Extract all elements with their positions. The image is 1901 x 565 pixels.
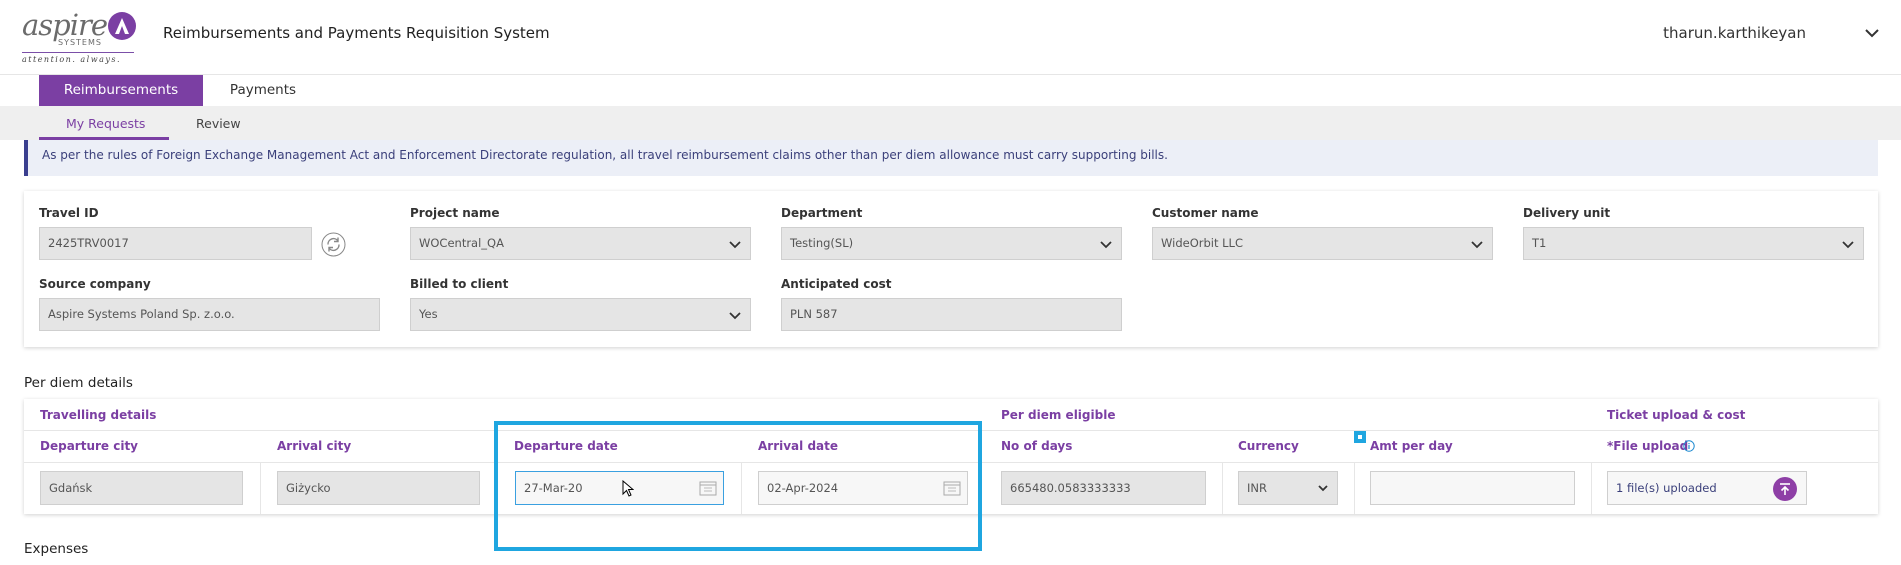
app-title: Reimbursements and Payments Requisition … <box>163 24 550 42</box>
subtab-my-requests[interactable]: My Requests <box>66 116 145 131</box>
chevron-down-icon <box>1100 241 1112 249</box>
col-divider <box>1222 462 1223 514</box>
billed-to-client-label: Billed to client <box>410 277 509 291</box>
upload-button[interactable] <box>1773 477 1797 501</box>
customer-name-label: Customer name <box>1152 206 1259 220</box>
department-select[interactable]: Testing(SL) <box>781 227 1122 260</box>
chevron-down-icon <box>729 241 741 249</box>
project-name-label: Project name <box>410 206 500 220</box>
department-label: Department <box>781 206 863 220</box>
refresh-icon[interactable] <box>321 232 346 257</box>
expenses-title: Expenses <box>24 541 89 557</box>
anticipated-cost-field[interactable]: PLN 587 <box>781 298 1122 331</box>
anticipated-cost-label: Anticipated cost <box>781 277 892 291</box>
logo-divider <box>22 52 134 53</box>
source-company-label: Source company <box>39 277 151 291</box>
chevron-down-icon[interactable] <box>1863 24 1881 42</box>
chevron-down-icon <box>1842 241 1854 249</box>
col-divider <box>260 462 261 514</box>
col-no-of-days: No of days <box>1001 439 1073 453</box>
billed-to-client-value: Yes <box>419 307 438 321</box>
logo-word: aspire <box>22 8 108 42</box>
currency-value: INR <box>1247 481 1267 495</box>
customer-name-value: WideOrbit LLC <box>1161 236 1243 250</box>
group-ticket-upload: Ticket upload & cost <box>1607 408 1746 422</box>
delivery-unit-select[interactable]: T1 <box>1523 227 1864 260</box>
project-name-select[interactable]: WOCentral_QA <box>410 227 751 260</box>
departure-city-field[interactable]: Gdańsk <box>40 471 243 505</box>
currency-select[interactable]: INR <box>1238 471 1338 505</box>
chevron-down-icon <box>1318 485 1328 492</box>
notice-text: As per the rules of Foreign Exchange Man… <box>42 148 1168 162</box>
date-columns-highlight <box>494 421 982 551</box>
tab-reimbursements[interactable]: Reimbursements <box>39 75 203 106</box>
logo-tagline: attention. always. <box>22 55 122 64</box>
source-company-field[interactable]: Aspire Systems Poland Sp. z.o.o. <box>39 298 380 331</box>
per-diem-title: Per diem details <box>24 375 133 391</box>
delivery-unit-value: T1 <box>1532 236 1547 250</box>
col-departure-city: Departure city <box>40 439 139 453</box>
info-icon[interactable] <box>1683 440 1695 452</box>
app-header: aspire SYSTEMS attention. always. Reimbu… <box>0 0 1901 75</box>
file-upload-status: 1 file(s) uploaded <box>1616 481 1717 495</box>
customer-name-select[interactable]: WideOrbit LLC <box>1152 227 1493 260</box>
tab-payments[interactable]: Payments <box>208 75 318 106</box>
upload-icon <box>1780 483 1790 495</box>
company-logo[interactable]: aspire SYSTEMS attention. always. <box>22 8 142 64</box>
logo-sub: SYSTEMS <box>58 38 102 47</box>
col-arrival-city: Arrival city <box>277 439 352 453</box>
group-travelling-details: Travelling details <box>40 408 157 422</box>
group-per-diem-eligible: Per diem eligible <box>1001 408 1116 422</box>
user-menu-name[interactable]: tharun.karthikeyan <box>1663 24 1806 42</box>
chevron-down-icon <box>729 312 741 320</box>
billed-to-client-select[interactable]: Yes <box>410 298 751 331</box>
col-divider <box>1591 462 1592 514</box>
col-amt-per-day: Amt per day <box>1370 439 1453 453</box>
col-currency: Currency <box>1238 439 1299 453</box>
amt-per-day-input[interactable] <box>1370 471 1575 505</box>
travel-id-field[interactable]: 2425TRV0017 <box>39 227 312 260</box>
department-value: Testing(SL) <box>790 236 854 250</box>
arrival-city-field[interactable]: Giżycko <box>277 471 480 505</box>
no-of-days-field[interactable]: 665480.0583333333 <box>1001 471 1206 505</box>
info-badge-icon[interactable] <box>1354 431 1366 443</box>
travel-id-label: Travel ID <box>39 206 99 220</box>
delivery-unit-label: Delivery unit <box>1523 206 1611 220</box>
chevron-down-icon <box>1471 241 1483 249</box>
logo-mark-icon <box>108 12 136 40</box>
sub-tab-bar <box>0 106 1901 140</box>
subtab-review[interactable]: Review <box>196 116 241 131</box>
col-file-upload: *File upload <box>1607 439 1689 453</box>
col-divider <box>1354 462 1355 514</box>
project-name-value: WOCentral_QA <box>419 236 504 250</box>
